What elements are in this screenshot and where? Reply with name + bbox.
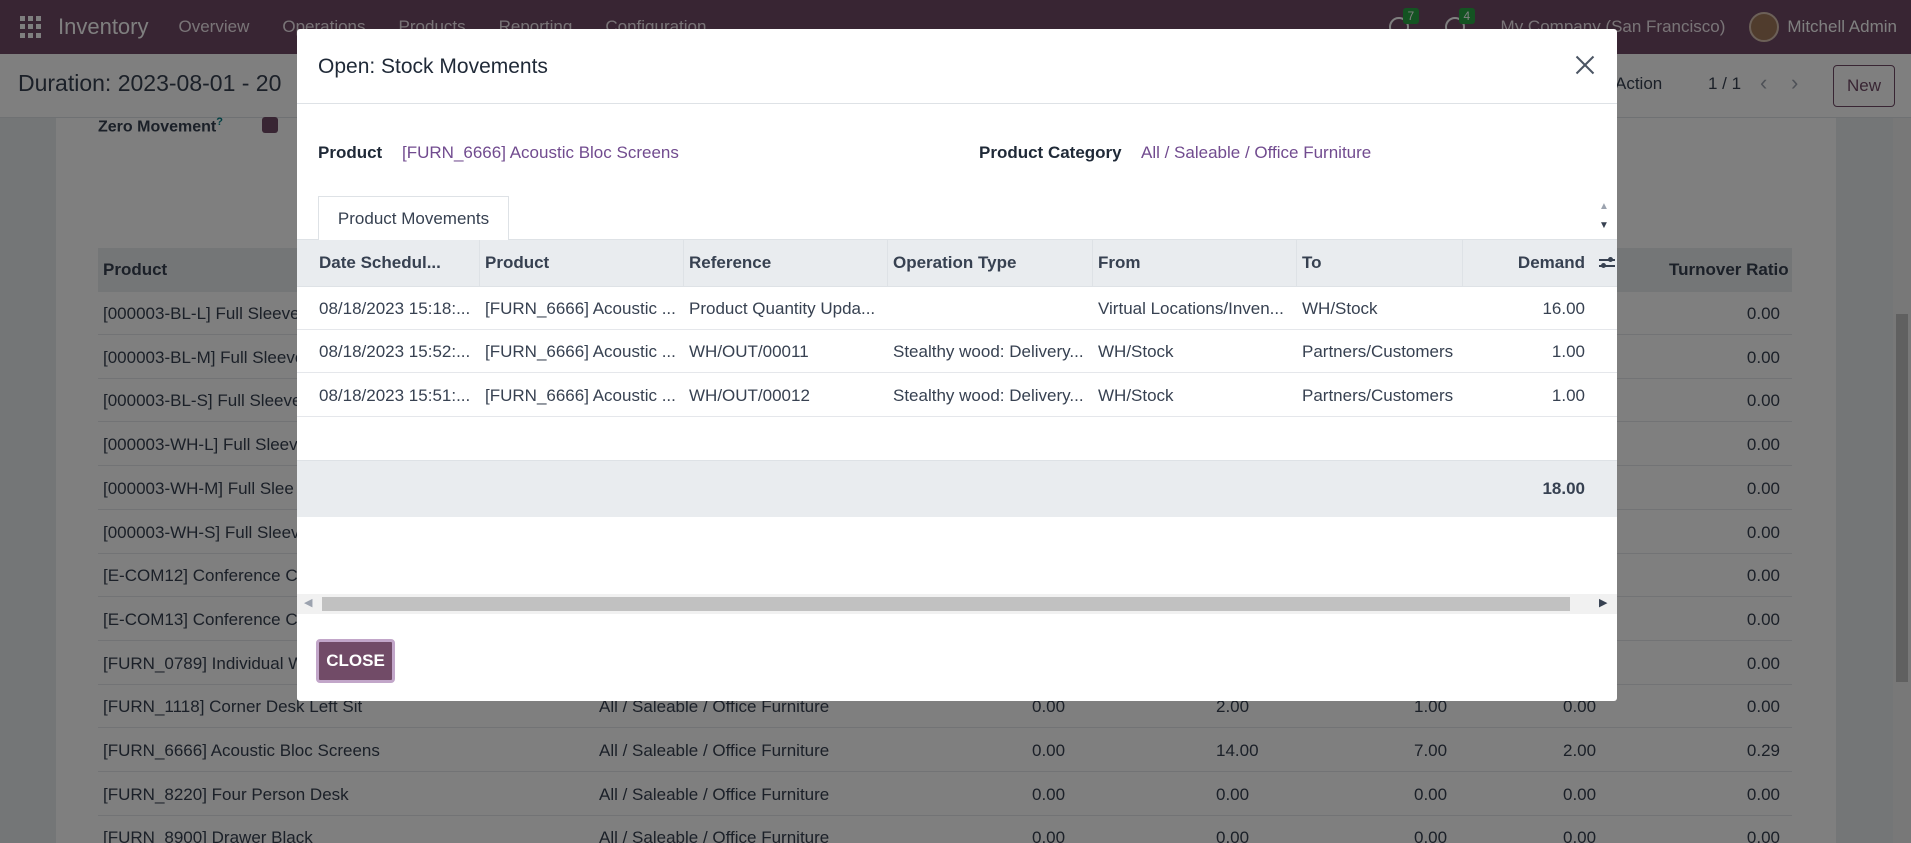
cell-reference: Product Quantity Upda... [689,299,876,318]
cell-product: [FURN_6666] Acoustic ... [485,342,676,362]
horizontal-scrollbar[interactable]: ◀ ▶ [297,594,1617,614]
movements-table-header: Date Schedul... Product Reference Operat… [297,240,1617,287]
stock-movements-dialog: Open: Stock Movements Product [FURN_6666… [297,29,1617,701]
col-header-from[interactable]: From [1098,253,1141,273]
movement-row[interactable]: 08/18/2023 15:52:... [FURN_6666] Acoustic… [297,330,1617,374]
tab-product-movements[interactable]: Product Movements [318,196,509,240]
col-header-operation-type[interactable]: Operation Type [893,253,1016,273]
category-field-link[interactable]: All / Saleable / Office Furniture [1141,143,1371,163]
total-demand: 18.00 [1542,479,1585,498]
cell-from: WH/Stock [1098,342,1174,362]
col-header-product[interactable]: Product [485,253,549,273]
dialog-title: Open: Stock Movements [318,55,548,78]
col-header-to[interactable]: To [1302,253,1322,273]
table-footer: 18.00 [297,461,1617,517]
scroll-up-icon[interactable]: ▲ [1599,201,1609,212]
cell-reference: WH/OUT/00012 [689,385,810,405]
cell-operation: Stealthy wood: Delivery... [893,385,1084,405]
col-header-demand[interactable]: Demand [1518,253,1585,273]
scroll-left-icon[interactable]: ◀ [304,596,312,609]
category-field-label: Product Category [979,143,1122,162]
cell-product: [FURN_6666] Acoustic ... [485,385,676,405]
cell-date: 08/18/2023 15:52:... [319,342,471,362]
product-field-link[interactable]: [FURN_6666] Acoustic Bloc Screens [402,143,679,163]
cell-to: Partners/Customers [1302,385,1454,405]
cell-product: [FURN_6666] Acoustic ... [485,299,676,318]
cell-to: Partners/Customers [1302,342,1454,362]
empty-row [297,417,1617,461]
cell-from: Virtual Locations/Inven... [1098,299,1284,318]
col-header-reference[interactable]: Reference [689,253,771,273]
product-field-label: Product [318,143,383,162]
cell-reference: WH/OUT/00011 [689,342,809,362]
cell-to: WH/Stock [1302,299,1378,318]
scrollbar-thumb[interactable] [322,597,1570,611]
close-button[interactable]: CLOSE [316,639,395,683]
optional-columns-icon[interactable] [1599,255,1615,271]
close-icon[interactable] [1573,53,1597,77]
scroll-down-icon[interactable]: ▼ [1599,220,1609,231]
cell-date: 08/18/2023 15:18:... [319,299,471,318]
cell-from: WH/Stock [1098,385,1174,405]
movement-row[interactable]: 08/18/2023 15:18:... [FURN_6666] Acoustic… [297,287,1617,330]
cell-demand: 1.00 [1551,385,1585,405]
cell-date: 08/18/2023 15:51:... [319,385,471,405]
scroll-right-icon[interactable]: ▶ [1599,596,1607,609]
cell-operation: Stealthy wood: Delivery... [893,342,1084,362]
cell-demand: 1.00 [1551,342,1585,362]
col-header-date[interactable]: Date Schedul... [319,253,441,273]
dialog-header: Open: Stock Movements [297,29,1617,104]
movement-row[interactable]: 08/18/2023 15:51:... [FURN_6666] Acoustic… [297,374,1617,417]
cell-demand: 16.00 [1542,299,1585,318]
